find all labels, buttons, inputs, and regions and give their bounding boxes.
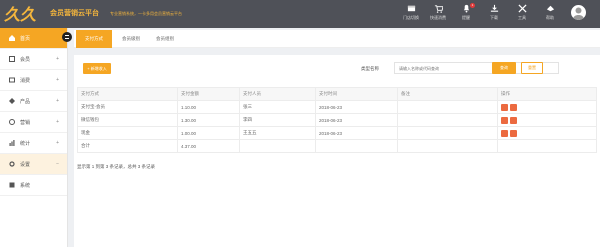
plus-icon: + (56, 98, 59, 104)
pagination-info: 显示第 1 到第 3 条记录，总共 3 条记录 (77, 164, 156, 169)
total-value: 4.37.00 (177, 139, 240, 153)
product-icon (9, 98, 15, 104)
sidebar-item-home[interactable]: 首页 (0, 28, 67, 49)
delete-icon[interactable] (510, 116, 517, 124)
svg-text:久久: 久久 (4, 6, 37, 24)
plus-icon: + (56, 140, 59, 146)
sidebar-item-system[interactable]: 系统 (0, 175, 67, 196)
cart-icon (434, 5, 443, 13)
column-header: 备注 (397, 87, 498, 101)
column-header: 操作 (497, 87, 597, 101)
table-cell: 1.00.00 (177, 126, 240, 140)
sidebar-item-label: 消费 (20, 77, 31, 84)
delete-icon[interactable] (510, 129, 517, 137)
sidebar-item-member[interactable]: 会员 + (0, 49, 67, 70)
logo: 久久 (4, 6, 37, 24)
store-icon (407, 5, 415, 12)
minus-icon: − (56, 161, 59, 167)
sidebar-item-label: 首页 (20, 35, 31, 42)
tools-icon (517, 4, 527, 13)
slogan: 专业营销系统，一卡多用会员营销云平台 (110, 11, 182, 16)
table-cell: 1.30.00 (177, 113, 240, 127)
sidebar-item-label: 营销 (20, 119, 31, 126)
table-header-row: 支付方式 支付金额 支付人员 支付时间 备注 操作 (77, 87, 597, 101)
tools-button[interactable]: 工具 (507, 4, 537, 26)
table-row: 现金 1.00.00 王五五 2018-06-23 (77, 126, 597, 140)
tab-member-group[interactable]: 会员组别 (148, 30, 182, 48)
column-header: 支付时间 (315, 87, 398, 101)
row-actions (497, 126, 597, 140)
table-cell (397, 126, 498, 140)
sidebar-item-label: 统计 (20, 140, 31, 147)
table-cell: 微信钱包 (77, 113, 178, 127)
sidebar-item-marketing[interactable]: 营销 + (0, 112, 67, 133)
sidebar-toggle-button[interactable] (62, 32, 72, 42)
total-label: 合计 (77, 139, 178, 153)
plus-icon: + (56, 77, 59, 83)
top-bar: 久久 会员营销云平台 专业营销系统，一卡多用会员营销云平台 门店切换 快速消费 … (0, 0, 600, 28)
table-cell: 王五五 (239, 126, 316, 140)
edit-icon[interactable] (501, 116, 508, 124)
sidebar-item-consume[interactable]: 消费 + (0, 70, 67, 91)
column-header: 支付金额 (177, 87, 240, 101)
sidebar-item-product[interactable]: 产品 + (0, 91, 67, 112)
quick-consume-button[interactable]: 快速消费 (423, 4, 453, 26)
search-button[interactable]: 查询 (492, 62, 516, 74)
tab-member-level[interactable]: 会员级别 (114, 30, 148, 48)
tab-payment-method[interactable]: 支付方式 (76, 30, 112, 48)
total-row: 合计 4.37.00 (77, 139, 597, 153)
search-label: 类型名称 (361, 66, 379, 71)
add-button[interactable]: + 新增收入 (83, 63, 111, 74)
edit-icon[interactable] (501, 129, 508, 137)
tab-bar: 支付方式 会员级别 会员组别 (74, 30, 600, 48)
edit-icon[interactable] (501, 103, 508, 111)
stats-icon (9, 140, 15, 146)
main-panel: + 新增收入 类型名称 查询 重置 支付方式 支付金额 支付人员 支付时间 备注… (74, 55, 600, 247)
row-actions (497, 113, 597, 127)
sidebar-item-settings[interactable]: 设置 − (0, 154, 67, 175)
plus-icon: + (56, 119, 59, 125)
help-button[interactable]: 帮助 (535, 4, 565, 26)
reset-button[interactable]: 重置 (521, 62, 543, 74)
table-cell: 2018-06-23 (315, 100, 398, 114)
sidebar-item-stats[interactable]: 统计 + (0, 133, 67, 154)
table-row: 支付宝-会员 1.10.00 张三 2018-06-23 (77, 100, 597, 114)
table-cell: 2018-06-23 (315, 126, 398, 140)
table-cell: 现金 (77, 126, 178, 140)
settings-icon (9, 161, 15, 167)
table-cell (397, 100, 498, 114)
sidebar-item-label: 产品 (20, 98, 31, 105)
download-button[interactable]: 下载 (479, 4, 509, 26)
store-switch-button[interactable]: 门店切换 (396, 4, 426, 26)
sidebar: 首页 会员 + 消费 + 产品 + 营销 + 统计 + 设置 − 系统 (0, 28, 68, 247)
row-actions (497, 100, 597, 114)
table-cell: 李四 (239, 113, 316, 127)
reminder-badge: 1 (470, 3, 475, 8)
delete-icon[interactable] (510, 103, 517, 111)
system-icon (9, 182, 15, 188)
user-icon (573, 7, 584, 20)
table-cell: 支付宝-会员 (77, 100, 178, 114)
table-row: 微信钱包 1.30.00 李四 2018-06-23 (77, 113, 597, 127)
consume-icon (9, 77, 15, 83)
table-cell: 1.10.00 (177, 100, 240, 114)
sidebar-item-label: 系统 (20, 182, 31, 189)
reminder-button[interactable]: 1 提醒 (451, 3, 481, 26)
column-header: 支付方式 (77, 87, 178, 101)
avatar[interactable] (571, 5, 586, 20)
table-cell (397, 113, 498, 127)
marketing-icon (9, 119, 15, 125)
plus-icon: + (56, 56, 59, 62)
sidebar-item-label: 设置 (20, 161, 31, 168)
help-icon (546, 5, 554, 12)
member-icon (9, 56, 15, 62)
sidebar-item-label: 会员 (20, 56, 31, 63)
table-cell: 2018-06-23 (315, 113, 398, 127)
app-title: 会员营销云平台 (50, 10, 99, 17)
column-header: 支付人员 (239, 87, 316, 101)
download-icon (490, 4, 498, 12)
home-icon (9, 35, 15, 41)
payment-table: 支付方式 支付金额 支付人员 支付时间 备注 操作 支付宝-会员 1.10.00… (77, 87, 597, 153)
table-cell: 张三 (239, 100, 316, 114)
